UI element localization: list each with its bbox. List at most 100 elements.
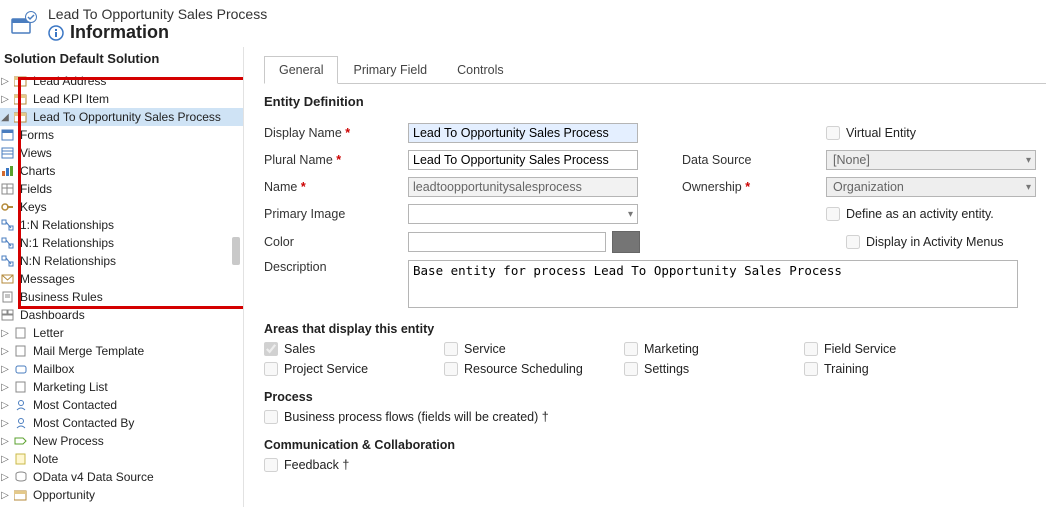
expand-icon[interactable]: ◢ (0, 112, 10, 122)
entity-tree: ▷Lead Address▷Lead KPI Item◢Lead To Oppo… (0, 72, 243, 504)
tree-item[interactable]: Business Rules (0, 288, 243, 306)
label-ownership: Ownership (682, 180, 802, 194)
expand-icon[interactable]: ▷ (0, 490, 10, 500)
label-data-source: Data Source (682, 153, 802, 167)
display-activity-menus-checkbox[interactable]: Display in Activity Menus (846, 235, 1046, 249)
tree-item-label: Lead To Opportunity Sales Process (33, 110, 221, 124)
tree-item-icon (0, 272, 16, 286)
area-checkbox[interactable]: Project Service (264, 362, 444, 376)
area-checkbox[interactable]: Training (804, 362, 984, 376)
tree-item[interactable]: ▷Letter (0, 324, 243, 342)
tree-item-label: Fields (20, 182, 52, 196)
tree-item-label: Note (33, 452, 58, 466)
expand-icon[interactable]: ▷ (0, 418, 10, 428)
tree-item[interactable]: ▷ Most Contacted (0, 396, 243, 414)
tree-item-label: OData v4 Data Source (33, 470, 154, 484)
tree-item-icon (13, 416, 29, 430)
area-checkbox[interactable]: Field Service (804, 342, 984, 356)
tree-item[interactable]: Forms (0, 126, 243, 144)
expand-icon[interactable]: ▷ (0, 436, 10, 446)
expand-icon[interactable]: ▷ (0, 382, 10, 392)
area-checkbox[interactable]: Resource Scheduling (444, 362, 624, 376)
tree-item[interactable]: ▷Lead Address (0, 72, 243, 90)
page-title: Information (70, 22, 169, 43)
section-process: Process (264, 390, 1046, 404)
plural-name-input[interactable] (408, 150, 638, 170)
label-name: Name (264, 180, 384, 194)
tree-item-label: 1:N Relationships (20, 218, 114, 232)
tree-item[interactable]: ◢ Lead To Opportunity Sales Process (0, 108, 243, 126)
info-icon (48, 25, 64, 41)
tree-item[interactable]: ▷Mail Merge Template (0, 342, 243, 360)
color-input[interactable] (408, 232, 606, 252)
tab-primary-field[interactable]: Primary Field (338, 56, 442, 84)
tree-item-label: Charts (20, 164, 55, 178)
expand-icon[interactable]: ▷ (0, 400, 10, 410)
color-swatch-button[interactable] (612, 231, 640, 253)
tree-item[interactable]: Charts (0, 162, 243, 180)
tree-item-label: Keys (20, 200, 47, 214)
expand-icon[interactable]: ▷ (0, 346, 10, 356)
expand-icon[interactable]: ▷ (0, 328, 10, 338)
tree-item-label: Opportunity (33, 488, 95, 502)
define-activity-checkbox[interactable]: Define as an activity entity. (826, 207, 1046, 221)
description-textarea[interactable] (408, 260, 1018, 308)
tree-item[interactable]: ▷ Note (0, 450, 243, 468)
tree-item[interactable]: 1:N Relationships (0, 216, 243, 234)
tree-item-icon (0, 182, 16, 196)
entity-page-icon (10, 10, 38, 38)
area-checkbox[interactable]: Marketing (624, 342, 804, 356)
tree-item[interactable]: ▷New Process (0, 432, 243, 450)
label-description: Description (264, 260, 384, 274)
primary-image-select[interactable]: ▾ (408, 204, 638, 224)
tab-general[interactable]: General (264, 56, 338, 84)
feedback-checkbox[interactable]: Feedback † (264, 458, 1046, 472)
area-checkbox[interactable]: Settings (624, 362, 804, 376)
tree-item-icon (0, 236, 16, 250)
tree-item[interactable]: Keys (0, 198, 243, 216)
tab-controls[interactable]: Controls (442, 56, 519, 84)
label-color: Color (264, 235, 384, 249)
tree-item-label: Dashboards (20, 308, 85, 322)
ownership-select[interactable]: Organization▾ (826, 177, 1036, 197)
tree-item-icon (13, 470, 29, 484)
expand-icon[interactable]: ▷ (0, 94, 10, 104)
tree-item[interactable]: ▷Mailbox (0, 360, 243, 378)
tree-item[interactable]: N:1 Relationships (0, 234, 243, 252)
tree-item-icon (0, 128, 16, 142)
main-content: GeneralPrimary FieldControls Entity Defi… (244, 47, 1056, 507)
tree-item[interactable]: ▷ OData v4 Data Source (0, 468, 243, 486)
tree-item-icon (13, 398, 29, 412)
tree-item[interactable]: Messages (0, 270, 243, 288)
tree-item[interactable]: Fields (0, 180, 243, 198)
tree-item-label: Most Contacted (33, 398, 117, 412)
tree-item[interactable]: Views (0, 144, 243, 162)
tree-item-label: Lead KPI Item (33, 92, 109, 106)
area-checkbox[interactable]: Service (444, 342, 624, 356)
name-input (408, 177, 638, 197)
tree-item[interactable]: ▷ Opportunity (0, 486, 243, 504)
area-checkbox[interactable]: Sales (264, 342, 444, 356)
expand-icon[interactable]: ▷ (0, 472, 10, 482)
tree-item-icon (13, 92, 29, 106)
display-name-input[interactable] (408, 123, 638, 143)
virtual-entity-checkbox[interactable]: Virtual Entity (826, 126, 1046, 140)
tree-item[interactable]: ▷ Lead KPI Item (0, 90, 243, 108)
expand-icon[interactable]: ▷ (0, 454, 10, 464)
tree-item[interactable]: Dashboards (0, 306, 243, 324)
tree-item[interactable]: N:N Relationships (0, 252, 243, 270)
bpf-checkbox[interactable]: Business process flows (fields will be c… (264, 410, 1046, 424)
tree-item[interactable]: ▷Most Contacted By (0, 414, 243, 432)
solution-title: Solution Default Solution (0, 49, 243, 72)
chevron-down-icon: ▾ (1026, 182, 1031, 193)
tree-item-icon (13, 344, 29, 358)
expand-icon[interactable]: ▷ (0, 76, 10, 86)
tree-item-label: N:N Relationships (20, 254, 116, 268)
expand-icon[interactable]: ▷ (0, 364, 10, 374)
tree-item[interactable]: ▷Marketing List (0, 378, 243, 396)
tree-item-icon (0, 218, 16, 232)
section-entity-definition: Entity Definition (264, 94, 1046, 109)
tree-item-icon (13, 452, 29, 466)
data-source-select[interactable]: [None]▾ (826, 150, 1036, 170)
section-communication: Communication & Collaboration (264, 438, 1046, 452)
